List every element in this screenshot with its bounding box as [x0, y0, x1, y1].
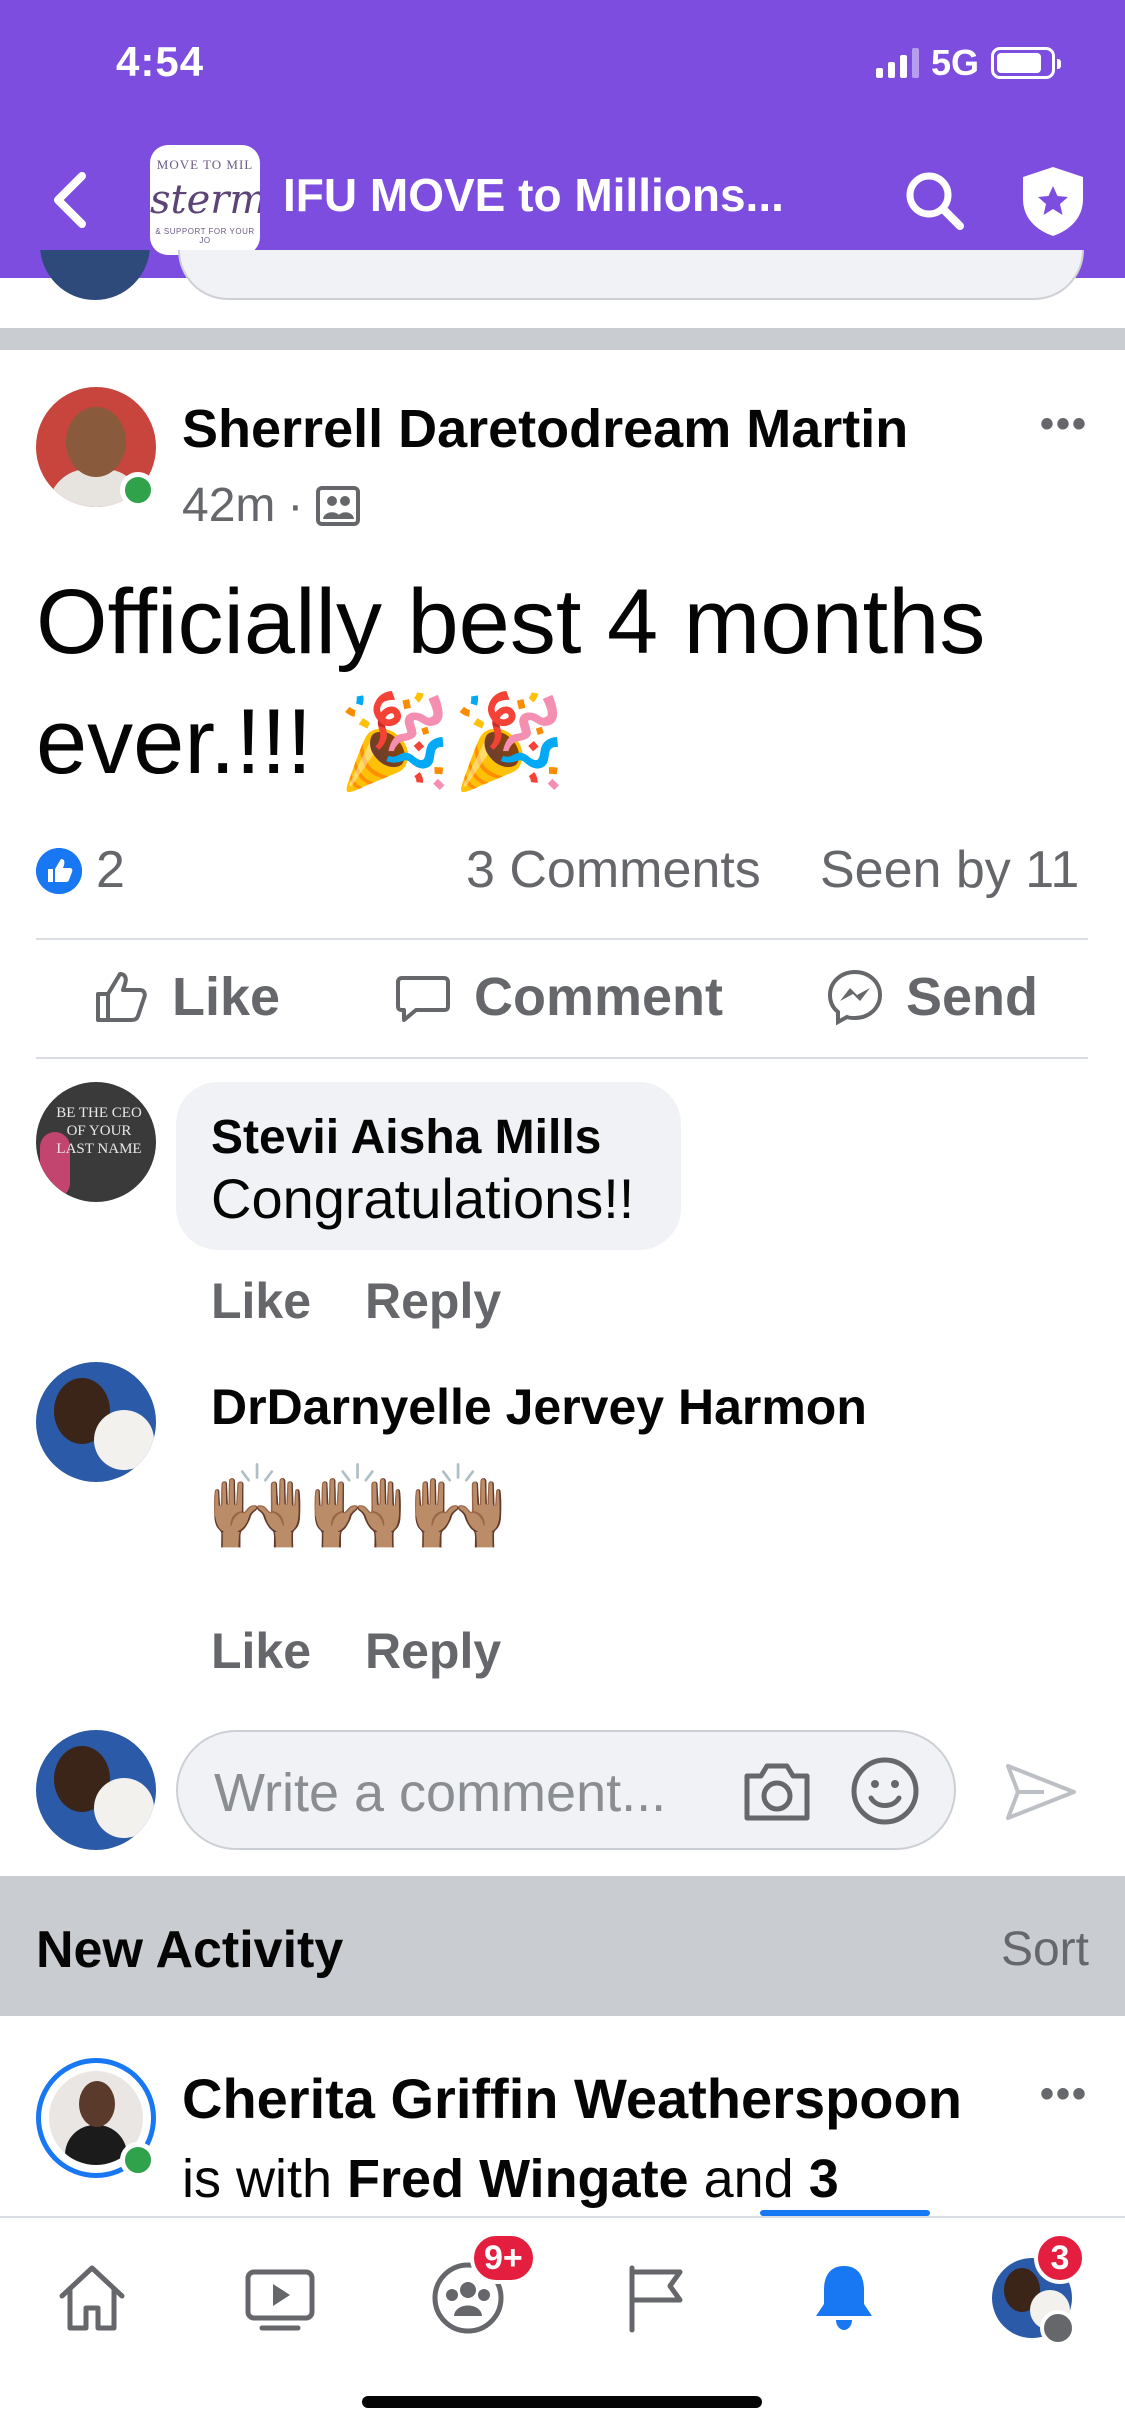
divider	[36, 1057, 1088, 1059]
group-members-icon	[316, 485, 361, 526]
write-comment-box[interactable]	[176, 1730, 956, 1850]
meta-separator: ·	[287, 479, 304, 532]
home-indicator	[362, 2396, 762, 2408]
comment-text: Congratulations!!	[211, 1167, 635, 1230]
emoji-icon[interactable]	[850, 1756, 920, 1826]
tagged-others-count[interactable]: 3	[809, 2149, 839, 2209]
comment-label: Comment	[474, 967, 724, 1027]
like-count[interactable]: 2	[96, 840, 125, 900]
logo-text-top: MOVE TO MIL	[156, 157, 254, 172]
back-chevron-icon[interactable]	[44, 168, 94, 232]
commenter-avatar[interactable]	[36, 1362, 156, 1482]
tab-notifications[interactable]	[794, 2248, 894, 2348]
profile-badge: 3	[1034, 2232, 1086, 2284]
like-reaction-icon[interactable]	[36, 848, 82, 894]
tag-conj: and	[703, 2149, 794, 2209]
tab-watch[interactable]	[230, 2248, 330, 2348]
online-status-dot	[120, 2142, 156, 2178]
seen-by-count[interactable]: Seen by 11	[820, 840, 1079, 900]
comment-text: 🙌🏽🙌🏽🙌🏽	[205, 1460, 511, 1554]
logo-text-script: sterm	[150, 177, 260, 223]
new-activity-title: New Activity	[36, 1921, 344, 1979]
network-type: 5G	[930, 42, 979, 83]
post-meta: 42m ·	[182, 478, 361, 533]
logo-text-bottom: & SUPPORT FOR YOUR JO	[155, 227, 255, 245]
comments-count[interactable]: 3 Comments	[466, 840, 761, 900]
group-logo[interactable]: MOVE TO MIL sterm & SUPPORT FOR YOUR JO	[150, 145, 260, 255]
post-more-options-icon[interactable]: •••	[1040, 402, 1088, 447]
comment-bubble-icon	[396, 976, 450, 1022]
tab-profile-menu[interactable]: 3	[982, 2232, 1086, 2348]
comment-author[interactable]: DrDarnyelle Jervey Harmon	[211, 1378, 867, 1436]
tab-pages[interactable]	[606, 2248, 706, 2348]
tagged-person[interactable]: Fred Wingate	[347, 2149, 689, 2209]
next-post-tag-line: is with Fred Wingate and 3	[182, 2148, 839, 2210]
tab-home[interactable]	[42, 2248, 142, 2348]
like-label: Like	[172, 967, 281, 1027]
flag-icon	[629, 2265, 683, 2333]
group-header: 4:54 5G MOVE TO MIL sterm & SUPPORT FOR …	[0, 0, 1125, 278]
new-activity-header: New Activity Sort	[0, 1876, 1125, 2016]
thumbs-up-icon	[96, 972, 147, 1022]
previous-avatar-fragment	[40, 250, 150, 300]
comment-input[interactable]	[214, 1762, 694, 1824]
like-button[interactable]: Like	[92, 966, 280, 1028]
post-text: Officially best 4 months ever.!!! 🎉🎉	[36, 571, 986, 793]
section-divider	[0, 328, 1125, 350]
comment-button[interactable]: Comment	[394, 966, 723, 1028]
avatar-text: BE THE CEO OF YOUR LAST NAME	[56, 1105, 142, 1157]
previous-input-fragment	[178, 250, 1084, 300]
send-label: Send	[906, 967, 1039, 1027]
watch-icon	[245, 2269, 315, 2331]
admin-shield-icon[interactable]	[1018, 164, 1088, 238]
signal-icon	[875, 48, 919, 78]
battery-icon	[991, 47, 1061, 79]
comment-reply-button[interactable]: Reply	[365, 1272, 501, 1330]
post-timestamp[interactable]: 42m	[182, 478, 275, 533]
online-status-dot	[120, 472, 156, 508]
home-icon	[59, 2265, 125, 2331]
menu-icon	[1040, 2310, 1076, 2346]
comment-like-button[interactable]: Like	[211, 1622, 311, 1680]
post-more-options-icon[interactable]: •••	[1040, 2072, 1088, 2117]
search-icon[interactable]	[902, 168, 966, 232]
current-user-avatar	[36, 1730, 156, 1850]
send-button[interactable]: Send	[826, 966, 1038, 1028]
comment-like-button[interactable]: Like	[211, 1272, 311, 1330]
camera-icon[interactable]	[741, 1758, 813, 1824]
post-author-name[interactable]: Sherrell Daretodream Martin	[182, 398, 908, 460]
status-indicators: 5G	[875, 42, 1061, 84]
tag-prefix: is with	[182, 2149, 333, 2209]
status-time: 4:54	[116, 38, 205, 85]
commenter-avatar[interactable]: BE THE CEO OF YOUR LAST NAME	[36, 1082, 156, 1202]
groups-badge: 9+	[470, 2232, 537, 2284]
divider	[36, 938, 1088, 940]
sort-button[interactable]: Sort	[1001, 1922, 1089, 1977]
messenger-icon	[827, 969, 883, 1026]
next-post-author-name[interactable]: Cherita Griffin Weatherspoon	[182, 2066, 962, 2131]
active-tab-indicator	[760, 2210, 930, 2216]
comment-reply-button[interactable]: Reply	[365, 1622, 501, 1680]
comment-author[interactable]: Stevii Aisha Mills	[211, 1110, 601, 1165]
bell-icon	[816, 2266, 872, 2330]
tab-groups[interactable]: 9+	[418, 2232, 537, 2348]
group-title[interactable]: IFU MOVE to Millions...	[283, 168, 784, 222]
send-comment-icon[interactable]	[1004, 1760, 1078, 1824]
